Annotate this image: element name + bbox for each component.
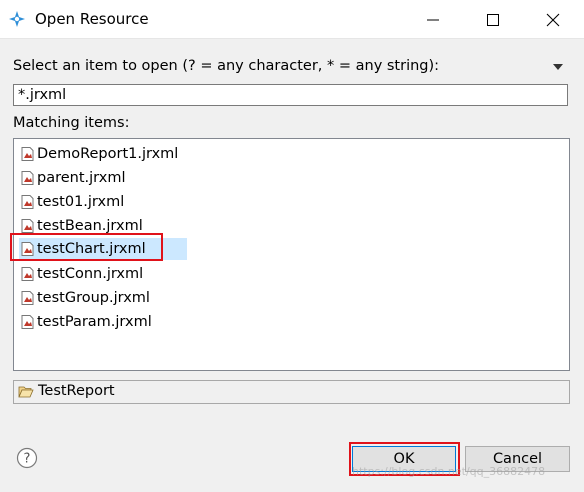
list-item-label: parent.jrxml <box>37 170 126 186</box>
filter-input[interactable] <box>13 84 568 106</box>
minimize-button[interactable] <box>410 0 456 38</box>
eclipse-app-icon <box>9 11 25 27</box>
list-item-label: test01.jrxml <box>37 194 125 210</box>
view-menu-icon[interactable] <box>552 63 564 71</box>
title-bar: Open Resource <box>0 0 584 39</box>
matching-items-label: Matching items: <box>13 115 130 131</box>
jrxml-file-icon <box>21 219 34 233</box>
jrxml-file-icon <box>21 171 34 185</box>
jrxml-file-icon <box>21 195 34 209</box>
jrxml-file-icon <box>21 291 34 305</box>
maximize-icon <box>487 14 499 26</box>
open-folder-icon <box>18 386 34 398</box>
list-item-label: testParam.jrxml <box>37 314 152 330</box>
folder-label: TestReport <box>38 383 115 399</box>
jrxml-file-icon <box>21 147 34 161</box>
filter-prompt-label: Select an item to open (? = any characte… <box>13 58 440 74</box>
list-item-label: testGroup.jrxml <box>37 290 150 306</box>
close-button[interactable] <box>530 0 576 38</box>
minimize-icon <box>427 19 439 21</box>
help-icon[interactable]: ? <box>16 447 38 469</box>
list-item-label: testConn.jrxml <box>37 266 144 282</box>
svg-text:?: ? <box>24 452 31 467</box>
list-item-label: DemoReport1.jrxml <box>37 146 179 162</box>
window-title: Open Resource <box>35 10 149 28</box>
selection-highlight-annotation <box>10 233 163 261</box>
jrxml-file-icon <box>21 315 34 329</box>
jrxml-file-icon <box>21 267 34 281</box>
close-icon <box>546 13 560 27</box>
folder-bar: TestReport <box>13 380 570 404</box>
maximize-button[interactable] <box>470 0 516 38</box>
watermark: https://blog.csdn.net/qq_36882478 <box>352 465 546 478</box>
